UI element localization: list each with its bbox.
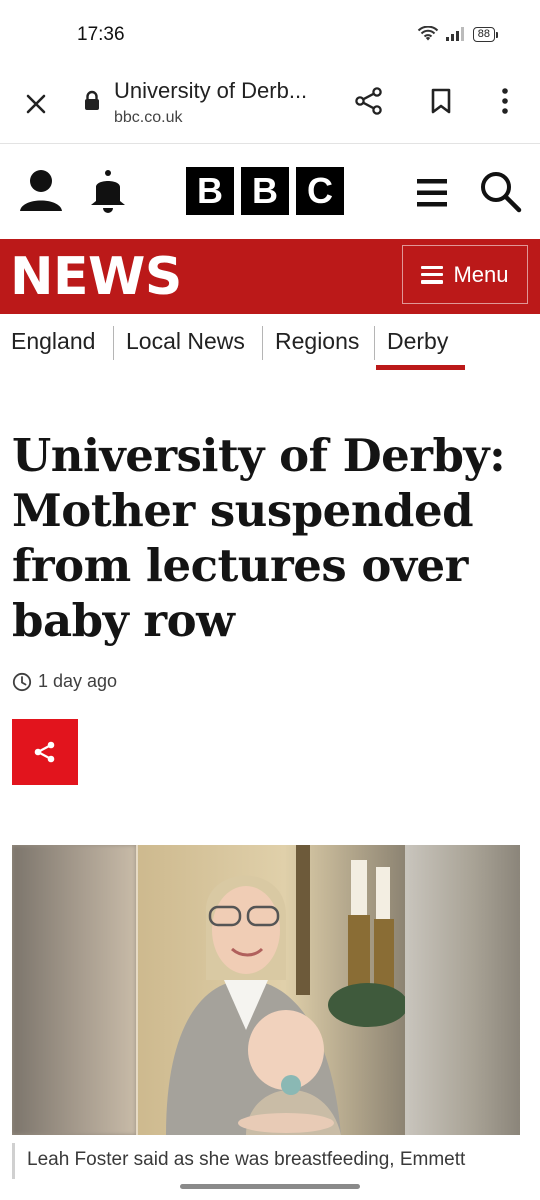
main-menu-button[interactable] [414, 175, 450, 211]
timestamp-text: 1 day ago [38, 671, 118, 691]
nav-separator [262, 326, 263, 360]
bbc-logo[interactable]: B B C [186, 167, 344, 215]
close-tab-button[interactable] [20, 88, 52, 120]
status-bar: 17:36 88 [0, 0, 540, 72]
news-menu-label: Menu [453, 261, 509, 287]
bookmark-icon [431, 88, 451, 114]
image-divider [136, 845, 138, 1135]
more-vert-icon [502, 88, 508, 114]
home-indicator[interactable] [180, 1184, 360, 1189]
nav-separator [374, 326, 375, 360]
lock-icon[interactable] [83, 90, 101, 117]
clock-icon [12, 672, 32, 691]
bbc-header: B B C [0, 145, 540, 239]
image-main [136, 845, 408, 1135]
signal-icon [445, 27, 464, 41]
account-icon [20, 170, 62, 211]
notifications-button[interactable] [88, 169, 128, 213]
nav-item-regions[interactable]: Regions [275, 328, 359, 355]
nav-item-derby[interactable]: Derby [387, 328, 448, 355]
caption-text: Leah Foster said as she was breastfeedin… [27, 1149, 466, 1170]
news-bar: NEWS Menu [0, 239, 540, 314]
article-timestamp: 1 day ago [12, 671, 117, 692]
article-share-button[interactable] [12, 719, 78, 785]
sub-navigation: England Local News Regions Derby [0, 314, 540, 374]
image-blur-left [12, 845, 136, 1135]
search-button[interactable] [478, 169, 524, 215]
nav-separator [113, 326, 114, 360]
bookmark-button[interactable] [424, 84, 458, 118]
share-icon [355, 87, 382, 115]
bbc-logo-letter: B [241, 167, 289, 215]
browser-page-title[interactable]: University of Derb... [114, 78, 307, 104]
bbc-logo-letter: B [186, 167, 234, 215]
nav-item-england[interactable]: England [11, 328, 95, 355]
photo-illustration [136, 845, 408, 1135]
active-nav-indicator [376, 365, 465, 370]
battery-icon: 88 [472, 26, 499, 42]
share-icon [34, 741, 55, 763]
bell-icon [91, 170, 125, 213]
news-menu-button[interactable]: Menu [402, 245, 528, 304]
wifi-icon [417, 26, 438, 41]
status-icons: 88 [417, 26, 499, 42]
menu-icon [421, 265, 444, 284]
browser-toolbar: University of Derb... bbc.co.uk [0, 72, 540, 144]
image-caption: Leah Foster said as she was breastfeedin… [12, 1143, 540, 1179]
browser-url[interactable]: bbc.co.uk [114, 109, 182, 127]
browser-more-button[interactable] [490, 84, 520, 118]
status-time: 17:36 [77, 24, 125, 45]
account-button[interactable] [18, 167, 64, 213]
search-icon [481, 172, 522, 213]
menu-icon [417, 179, 447, 207]
article-image [12, 845, 520, 1135]
browser-share-button[interactable] [352, 84, 386, 118]
news-logo[interactable]: NEWS [10, 247, 182, 307]
bbc-logo-letter: C [296, 167, 344, 215]
close-icon [26, 94, 46, 114]
nav-item-local-news[interactable]: Local News [126, 328, 245, 355]
article-headline: University of Derby: Mother suspended fr… [12, 429, 506, 647]
image-blur-right [405, 845, 520, 1135]
